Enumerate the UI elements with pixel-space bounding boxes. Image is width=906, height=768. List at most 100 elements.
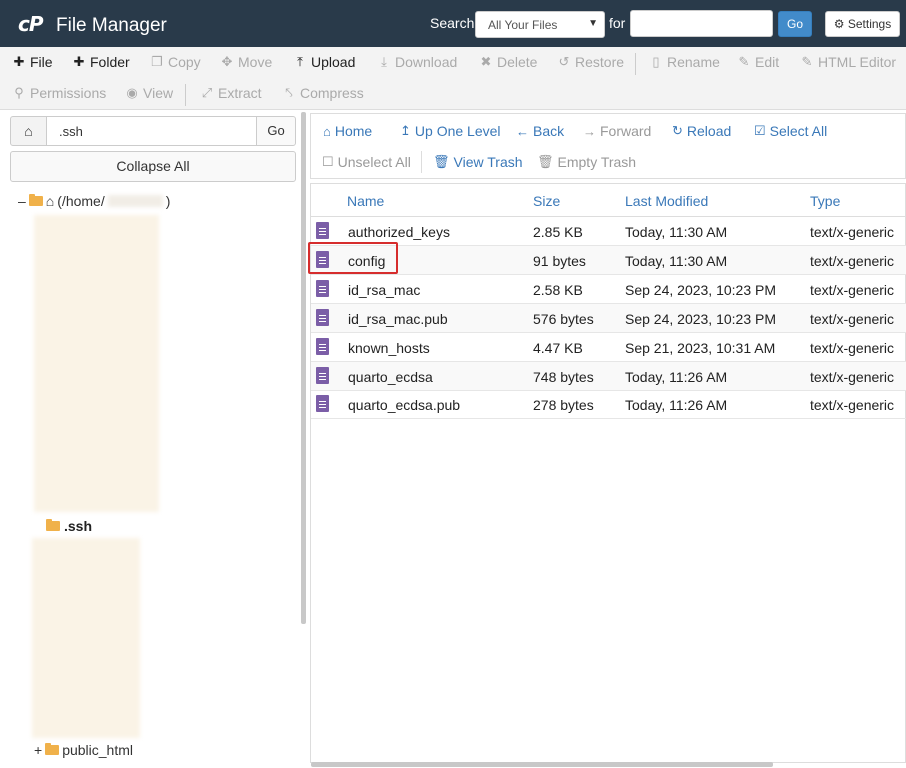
unselect-all-button[interactable]: ☐ Unselect All [322,154,411,170]
search-scope-select[interactable]: All Your Files ▼ [475,11,605,38]
file-type: text/x-generic [810,311,895,327]
file-size: 2.58 KB [533,282,583,298]
file-size: 91 bytes [533,253,586,269]
edit-button[interactable]: ✎ Edit [737,54,780,70]
new-folder-button[interactable]: ✚ Folder [72,54,130,70]
text-file-icon [316,222,329,239]
file-type: text/x-generic [810,369,895,385]
view-trash-button[interactable]: 🗑 View Trash [433,154,523,170]
folder-open-icon [28,194,43,206]
table-row[interactable]: quarto_ecdsa 748 bytes Today, 11:26 AM t… [311,362,906,391]
empty-trash-label: Empty Trash [557,154,637,170]
new-file-button[interactable]: ✚ File [12,54,53,70]
file-type: text/x-generic [810,253,895,269]
table-row[interactable]: quarto_ecdsa.pub 278 bytes Today, 11:26 … [311,390,906,419]
column-header-last-modified[interactable]: Last Modified [625,193,708,209]
upload-icon: ⤒ [297,54,303,69]
table-row[interactable]: authorized_keys 2.85 KB Today, 11:30 AM … [311,217,906,246]
delete-icon: ✖ [480,54,492,69]
empty-trash-button[interactable]: 🗑 Empty Trash [537,154,636,170]
settings-label: Settings [847,17,892,31]
collapse-all-button[interactable]: Collapse All [10,151,296,182]
search-go-button[interactable]: Go [778,11,812,37]
file-type: text/x-generic [810,224,895,240]
horizontal-scrollbar[interactable] [311,762,773,767]
tree-root-suffix: ) [165,193,171,209]
path-input[interactable]: .ssh [47,116,256,146]
settings-button[interactable]: ⚙ Settings [825,11,900,37]
tree-root[interactable]: – ⌂ (/home/ ) [18,193,170,209]
column-header-name[interactable]: Name [347,193,384,209]
restore-button[interactable]: ↺ Restore [557,54,624,70]
text-file-icon [316,309,329,326]
forward-label: Forward [600,123,652,139]
edit-box-icon: ✎ [801,54,813,69]
path-home-button[interactable]: ⌂ [10,116,47,146]
collapse-minus-icon[interactable]: – [18,193,26,209]
column-header-type[interactable]: Type [810,193,840,209]
upload-label: Upload [311,54,356,70]
cpanel-logo[interactable]: cP [18,12,43,36]
expand-plus-icon[interactable]: + [34,742,42,758]
search-input[interactable] [630,10,773,37]
compress-icon: ⤣ [285,85,293,100]
top-bar: cP File Manager Search All Your Files ▼ … [0,0,906,47]
home-nav-button[interactable]: ⌂ Home [323,123,372,139]
table-row[interactable]: id_rsa_mac.pub 576 bytes Sep 24, 2023, 1… [311,304,906,333]
permissions-button[interactable]: ⚲ Permissions [12,85,106,101]
up-one-level-button[interactable]: ↥ Up One Level [400,123,501,139]
column-header-size[interactable]: Size [533,193,560,209]
compress-button[interactable]: ⤣ Compress [282,85,364,101]
forward-button[interactable]: → Forward [583,123,651,139]
copy-button[interactable]: ❐ Copy [150,54,201,70]
home-icon: ⌂ [45,193,55,209]
arrow-left-icon: ← [516,123,529,139]
table-row[interactable]: config 91 bytes Today, 11:30 AM text/x-g… [311,246,906,275]
file-size: 4.47 KB [533,340,583,356]
download-label: Download [395,54,458,70]
upload-button[interactable]: ⤒ Upload [293,54,355,70]
tree-item-ssh-label: .ssh [64,518,93,534]
download-button[interactable]: ⤓ Download [377,54,457,70]
view-button[interactable]: ◉ View [125,85,173,101]
search-label: Search [430,15,475,31]
html-editor-button[interactable]: ✎ HTML Editor [800,54,897,70]
file-type: text/x-generic [810,282,895,298]
pencil-icon: ✎ [738,54,750,69]
sidebar-scrollbar[interactable] [301,112,306,624]
move-button[interactable]: ✥ Move [220,54,273,70]
extract-button[interactable]: ⤢ Extract [200,85,262,101]
table-row[interactable]: id_rsa_mac 2.58 KB Sep 24, 2023, 10:23 P… [311,275,906,304]
delete-button[interactable]: ✖ Delete [479,54,538,70]
reload-button[interactable]: ↻ Reload [672,123,731,139]
up-one-level-label: Up One Level [414,123,501,139]
path-go-button[interactable]: Go [256,116,296,146]
checkbox-checked-icon: ☑ [754,123,766,138]
table-row[interactable]: known_hosts 4.47 KB Sep 21, 2023, 10:31 … [311,333,906,362]
text-file-icon [316,338,329,355]
file-name: quarto_ecdsa [348,369,433,385]
redacted-folder-list [32,538,140,738]
rename-button[interactable]: ▯ Rename [649,54,720,70]
file-modified: Sep 21, 2023, 10:31 AM [625,340,776,356]
eye-icon: ◉ [126,85,138,100]
home-icon: ⌂ [323,123,331,139]
expand-icon: ⤢ [201,85,213,100]
file-name: id_rsa_mac.pub [348,311,448,327]
restore-label: Restore [575,54,625,70]
copy-icon: ❐ [151,54,163,69]
for-label: for [609,15,626,31]
file-size: 576 bytes [533,311,594,327]
tree-item-ssh[interactable]: .ssh [46,518,92,534]
arrow-right-icon: → [583,123,596,139]
compress-label: Compress [300,85,364,101]
text-file-icon [316,280,329,297]
select-all-button[interactable]: ☑ Select All [754,123,827,139]
plus-icon: ✚ [73,54,85,69]
extract-label: Extract [218,85,262,101]
home-nav-label: Home [334,123,373,139]
text-file-icon [316,367,329,384]
back-button[interactable]: ← Back [516,123,564,139]
tree-item-public-html[interactable]: + public_html [34,742,133,758]
file-modified: Today, 11:26 AM [625,397,728,413]
